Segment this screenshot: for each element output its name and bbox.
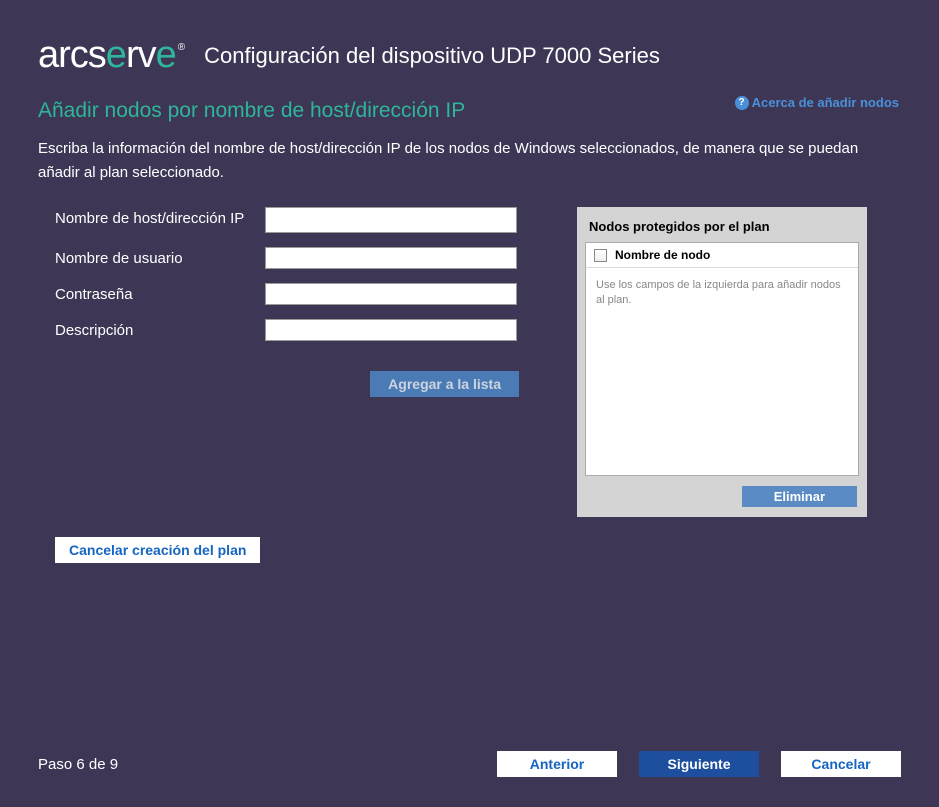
panel-footer: Eliminar [585, 476, 859, 509]
subheader: Añadir nodos por nombre de host/direcció… [0, 89, 939, 123]
help-icon: ? [735, 96, 749, 110]
step-indicator: Paso 6 de 9 [38, 756, 118, 773]
form-row-description: Descripción [55, 319, 545, 341]
form-row-username: Nombre de usuario [55, 247, 545, 269]
protected-nodes-panel: Nodos protegidos por el plan Nombre de n… [577, 207, 867, 517]
logo: arcserve® [38, 34, 184, 77]
prev-button[interactable]: Anterior [497, 751, 617, 777]
password-input[interactable] [265, 283, 517, 305]
form-section: Nombre de host/dirección IP Nombre de us… [55, 207, 545, 517]
description-label: Descripción [55, 319, 265, 341]
cancel-button[interactable]: Cancelar [781, 751, 901, 777]
form-row-password: Contraseña [55, 283, 545, 305]
page-description: Escriba la información del nombre de hos… [0, 123, 939, 185]
empty-list-message: Use los campos de la izquierda para añad… [586, 268, 858, 319]
node-list-header: Nombre de nodo [586, 243, 858, 268]
footer-buttons: Anterior Siguiente Cancelar [497, 751, 901, 777]
footer: Paso 6 de 9 Anterior Siguiente Cancelar [0, 751, 939, 777]
description-input[interactable] [265, 319, 517, 341]
next-button[interactable]: Siguiente [639, 751, 759, 777]
help-link[interactable]: ? Acerca de añadir nodos [735, 95, 899, 110]
hostname-input[interactable] [265, 207, 517, 233]
form-row-hostname: Nombre de host/dirección IP [55, 207, 545, 233]
username-input[interactable] [265, 247, 517, 269]
cancel-plan-button[interactable]: Cancelar creación del plan [55, 537, 260, 563]
column-node-name: Nombre de nodo [615, 248, 710, 262]
password-label: Contraseña [55, 283, 265, 305]
header-title: Configuración del dispositivo UDP 7000 S… [204, 43, 660, 69]
delete-button[interactable]: Eliminar [742, 486, 857, 507]
add-button-row: Agregar a la lista [55, 371, 545, 397]
help-link-text: Acerca de añadir nodos [752, 95, 899, 110]
panel-title: Nodos protegidos por el plan [585, 215, 859, 242]
add-to-list-button[interactable]: Agregar a la lista [370, 371, 519, 397]
username-label: Nombre de usuario [55, 247, 265, 269]
select-all-checkbox[interactable] [594, 249, 607, 262]
header: arcserve® Configuración del dispositivo … [0, 0, 939, 89]
cancel-plan-container: Cancelar creación del plan [0, 517, 939, 563]
main-content: Nombre de host/dirección IP Nombre de us… [0, 185, 939, 517]
node-list: Nombre de nodo Use los campos de la izqu… [585, 242, 859, 476]
hostname-label: Nombre de host/dirección IP [55, 207, 265, 229]
